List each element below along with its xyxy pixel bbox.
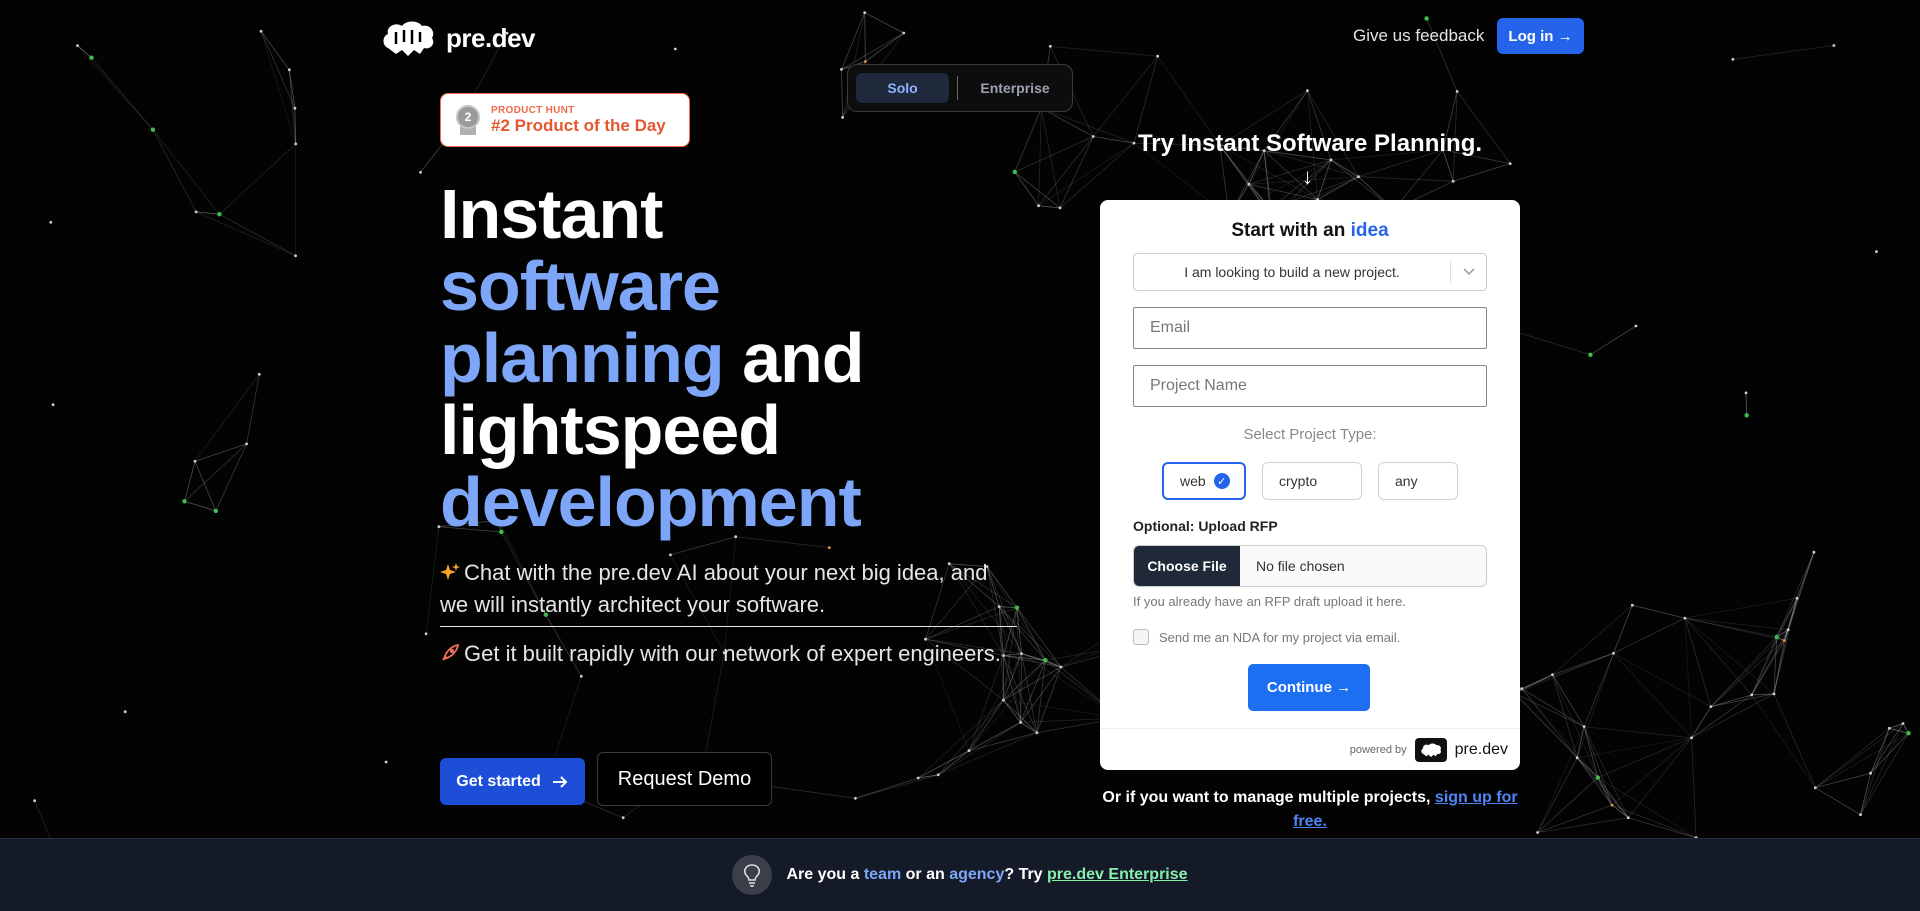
badge-main-label: #2 Product of the Day [491, 115, 666, 135]
toggle-solo[interactable]: Solo [856, 73, 950, 103]
bullet-build: Get it built rapidly with our network of… [440, 638, 1020, 670]
form-heading: Try Instant Software Planning. [1137, 130, 1483, 157]
powered-by-name: pre.dev [1454, 740, 1508, 758]
bullet-ai-chat: Chat with the pre.dev AI about your next… [440, 560, 988, 617]
multi-project-note: Or if you want to manage multiple projec… [1102, 789, 1518, 830]
email-field[interactable]: Email [1133, 307, 1487, 349]
hero-line-1: Instant [440, 175, 663, 253]
card-title: Start with an idea [1231, 220, 1389, 241]
project-type-label: Select Project Type: [1243, 426, 1377, 443]
brain-logo-small-icon [1414, 737, 1447, 762]
type-chip-web[interactable]: web ✓ [1162, 462, 1246, 500]
project-name-field[interactable]: Project Name [1133, 365, 1487, 407]
lightbulb-icon [732, 855, 773, 895]
hero-headline: Instant software planning and lightspeed… [440, 178, 1000, 538]
rfp-file-input[interactable]: Choose File No file chosen [1133, 545, 1487, 587]
intent-select[interactable]: I am looking to build a new project. [1133, 253, 1487, 291]
file-status: No file chosen [1256, 558, 1345, 574]
enterprise-banner: Are you a team or an agency? Try pre.dev… [0, 838, 1920, 911]
continue-button[interactable]: Continue → [1248, 664, 1370, 711]
sparkles-icon [440, 563, 460, 580]
brain-logo-icon [383, 21, 434, 56]
nda-option[interactable]: Send me an NDA for my project via email. [1133, 629, 1400, 645]
check-icon: ✓ [1213, 473, 1230, 489]
choose-file-button[interactable]: Choose File [1134, 546, 1240, 586]
signup-card: Start with an idea I am looking to build… [1100, 200, 1520, 770]
product-hunt-badge[interactable]: 2 PRODUCT HUNT #2 Product of the Day [440, 93, 690, 147]
banner-team: team [863, 866, 902, 883]
plan-toggle: Solo Enterprise [847, 64, 1073, 112]
hero-line-5: development [440, 463, 862, 541]
login-button[interactable]: Log in → [1497, 18, 1584, 54]
hero-line-2: software [440, 247, 721, 325]
feedback-link[interactable]: Give us feedback [1353, 26, 1484, 46]
medal-icon: 2 [455, 105, 481, 135]
badge-small-label: PRODUCT HUNT [491, 104, 575, 116]
nda-checkbox[interactable] [1133, 629, 1149, 645]
logo[interactable]: pre.dev [380, 18, 536, 58]
arrow-right-icon [552, 775, 568, 788]
toggle-enterprise[interactable]: Enterprise [966, 73, 1064, 103]
type-chip-any[interactable]: any [1378, 462, 1458, 500]
toggle-divider [957, 76, 959, 100]
powered-by-label: powered by [1349, 743, 1407, 756]
type-chip-crypto[interactable]: crypto [1262, 462, 1362, 500]
get-started-button[interactable]: Get started [440, 758, 585, 805]
chevron-down-icon [1450, 261, 1486, 283]
bullet-divider [440, 626, 1017, 627]
rfp-hint: If you already have an RFP draft upload … [1133, 594, 1406, 609]
powered-by: powered by pre.dev [1100, 728, 1520, 770]
banner-agency: agency [949, 866, 1005, 883]
rocket-icon [442, 643, 460, 661]
hero-line-3: planning and [440, 319, 865, 397]
rfp-label: Optional: Upload RFP [1133, 518, 1278, 534]
nda-label: Send me an NDA for my project via email. [1159, 629, 1401, 645]
arrow-down-icon: ↓ [1302, 164, 1313, 189]
banner-text: Are you a team or an agency? Try pre.dev… [786, 866, 1188, 883]
hero-line-4: lightspeed [440, 391, 781, 469]
logo-text: pre.dev [446, 22, 536, 53]
request-demo-button[interactable]: Request Demo [597, 752, 772, 806]
page: pre.dev Give us feedback Log in → Solo E… [0, 0, 1920, 911]
intent-select-value: I am looking to build a new project. [1184, 264, 1400, 280]
enterprise-link[interactable]: pre.dev Enterprise [1047, 866, 1188, 883]
